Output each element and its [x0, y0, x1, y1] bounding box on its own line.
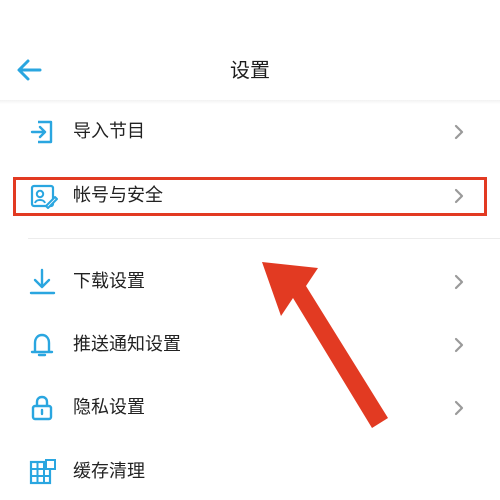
settings-item-label: 隐私设置	[73, 397, 145, 418]
lock-icon	[31, 395, 53, 421]
settings-item-label: 帐号与安全	[73, 185, 163, 206]
chevron-right-icon	[454, 188, 464, 204]
settings-item-clear-cache[interactable]: 缓存清理	[0, 440, 500, 500]
chevron-right-icon	[454, 400, 464, 416]
account-security-icon	[30, 184, 58, 209]
settings-item-privacy[interactable]: 隐私设置	[0, 376, 500, 440]
settings-item-account-security[interactable]: 帐号与安全	[0, 164, 500, 228]
settings-item-label: 导入节目	[73, 121, 145, 142]
settings-item-download[interactable]: 下载设置	[0, 250, 500, 314]
settings-item-label: 缓存清理	[73, 461, 145, 482]
import-icon	[30, 120, 53, 144]
section-divider	[28, 238, 500, 239]
settings-item-label: 下载设置	[73, 271, 145, 292]
download-icon	[29, 268, 56, 295]
header-bar: 设置	[0, 40, 500, 100]
settings-item-import-programs[interactable]: 导入节目	[0, 100, 500, 164]
bell-icon	[30, 333, 54, 357]
settings-item-push-notifications[interactable]: 推送通知设置	[0, 313, 500, 377]
settings-item-label: 推送通知设置	[73, 334, 181, 355]
chevron-right-icon	[454, 124, 464, 140]
page-title: 设置	[230, 58, 270, 82]
chevron-right-icon	[454, 337, 464, 353]
settings-screen: 设置 导入节目 帐号与安全 下载设置 推送通知设置 隐私设置 缓存清理	[0, 0, 500, 500]
chevron-right-icon	[454, 274, 464, 290]
cache-icon	[29, 459, 56, 485]
